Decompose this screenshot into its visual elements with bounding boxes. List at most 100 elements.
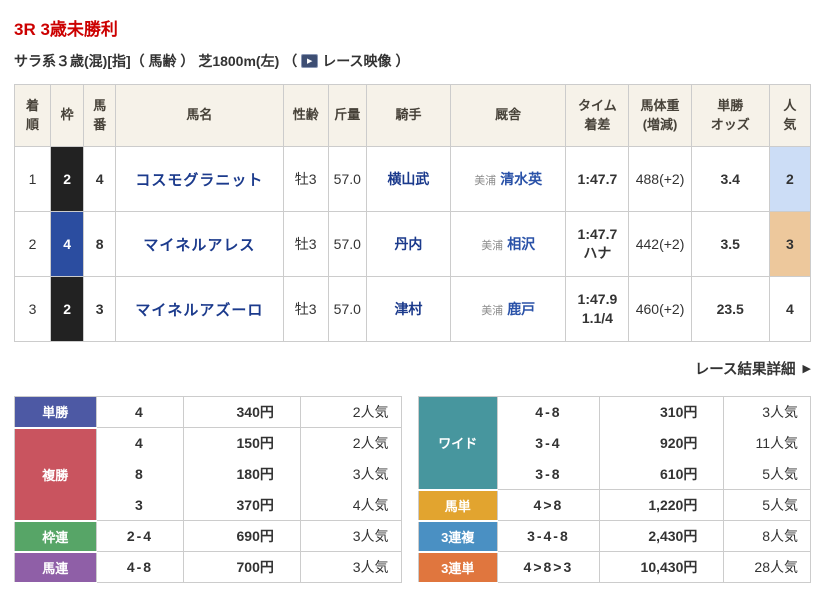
time-margin-cell: 1:47.9 1.1/4 (565, 276, 630, 342)
payout-row: 3連複 3-4-8 2,430円 8人気 (417, 520, 811, 553)
payout-row: 枠連 2-4 690円 3人気 (14, 520, 402, 553)
payout-popularity: 2人気 (299, 396, 402, 428)
race-conditions: サラ系３歳(混)[指]（ 馬齢 ） 芝1800m(左) (14, 53, 280, 69)
weight-carried: 57.0 (327, 276, 367, 342)
stable-region: 美浦 (474, 175, 497, 187)
finish-margin: ハナ (583, 245, 612, 261)
race-title: 3R 3歳未勝利 (14, 20, 118, 39)
time-margin-cell: 1:47.7 ハナ (565, 211, 630, 277)
horse-number: 3 (83, 276, 117, 342)
payout-table-left: 単勝 4 340円 2人気 複勝 4 150円 2人気 8 180円 3人気 3… (14, 396, 402, 584)
payout-row: 馬単 4>8 1,220円 5人気 (417, 489, 811, 522)
payout-amount: 370円 (183, 489, 301, 521)
finish-time: 1:47.7 (577, 226, 618, 243)
trainer-link[interactable]: 相沢 (507, 236, 535, 252)
col-horse-weight: 馬体重 (増減) (628, 84, 692, 147)
bet-type-label: ワイド (417, 396, 499, 491)
video-play-icon[interactable]: ▶ (301, 54, 319, 68)
bet-type-label: 3連複 (417, 520, 499, 553)
race-conditions-row: サラ系３歳(混)[指]（ 馬齢 ） 芝1800m(左) （ ▶ レース映像 ） (14, 51, 811, 71)
stable-region: 美浦 (481, 240, 504, 252)
payout-row: 馬連 4-8 700円 3人気 (14, 551, 402, 584)
payout-amount: 700円 (183, 551, 301, 583)
col-horse-name: 馬名 (115, 84, 284, 147)
finish-position: 3 (13, 276, 52, 342)
payout-row: 単勝 4 340円 2人気 (14, 396, 402, 429)
bet-type-label: 単勝 (14, 396, 97, 429)
combination: 3-4-8 (497, 520, 600, 552)
trainer-link[interactable]: 清水英 (500, 171, 542, 187)
payout-popularity: 5人気 (723, 489, 811, 521)
popularity: 2 (768, 146, 812, 212)
combination: 3-8 (497, 458, 600, 490)
win-odds: 3.4 (690, 146, 770, 212)
payout-amount: 690円 (183, 520, 301, 552)
col-weight-carried: 斤量 (327, 84, 367, 147)
payout-popularity: 4人気 (299, 489, 402, 521)
win-odds: 23.5 (690, 276, 770, 342)
combination: 4>8>3 (497, 551, 600, 583)
sex-age: 牡3 (282, 211, 329, 277)
stable-region: 美浦 (481, 305, 504, 317)
horse-name-link[interactable]: マイネルアレス (143, 237, 255, 254)
horse-name-link[interactable]: コスモグラニット (135, 172, 263, 189)
payout-popularity: 3人気 (723, 396, 811, 428)
horse-weight: 460(+2) (628, 276, 692, 342)
weight-carried: 57.0 (327, 211, 367, 277)
payout-popularity: 2人気 (299, 427, 402, 459)
horse-weight: 488(+2) (628, 146, 692, 212)
payout-group-trio: 3連複 3-4-8 2,430円 8人気 (417, 520, 811, 553)
payout-popularity: 3人気 (299, 458, 402, 490)
play-glyph: ▶ (307, 57, 313, 65)
race-video-link[interactable]: レース映像 (322, 51, 391, 71)
finish-position: 2 (13, 211, 52, 277)
finish-margin: 1.1/4 (581, 310, 613, 326)
col-popularity: 人 気 (768, 84, 812, 147)
col-jockey: 騎手 (365, 84, 452, 147)
horse-name-link[interactable]: マイネルアズーロ (135, 302, 263, 319)
col-frame: 枠 (50, 84, 85, 147)
race-detail-link[interactable]: レース結果詳細 (695, 358, 796, 379)
trainer-link[interactable]: 鹿戸 (507, 301, 535, 317)
combination: 3-4 (497, 427, 600, 459)
payout-popularity: 11人気 (723, 427, 811, 459)
payout-amount: 10,430円 (598, 551, 725, 583)
combination: 4>8 (497, 489, 600, 521)
paren-open: （ (283, 53, 298, 69)
payout-amount: 920円 (598, 427, 725, 459)
horse-weight: 442(+2) (628, 211, 692, 277)
payout-row: 3連単 4>8>3 10,430円 28人気 (417, 551, 811, 584)
payout-group-bracket-quinella: 枠連 2-4 690円 3人気 (14, 520, 402, 553)
combination: 2-4 (95, 520, 185, 552)
combination: 4 (95, 427, 185, 459)
jockey-link[interactable]: 横山武 (387, 171, 429, 187)
result-row-3: 3 2 3 マイネルアズーロ 牡3 57.0 津村 美浦 鹿戸 1:47.9 1.1… (13, 276, 812, 342)
payout-amount: 150円 (183, 427, 301, 459)
finish-time: 1:47.7 (577, 170, 618, 187)
jockey-link[interactable]: 津村 (394, 301, 422, 317)
horse-number: 8 (83, 211, 117, 277)
payout-amount: 340円 (183, 396, 301, 428)
paren-close: ） (395, 53, 410, 69)
bet-type-label: 馬単 (417, 489, 499, 522)
payout-amount: 310円 (598, 396, 725, 428)
payout-group-place: 複勝 4 150円 2人気 8 180円 3人気 3 370円 4人気 (14, 427, 402, 522)
jockey-link[interactable]: 丹内 (394, 236, 422, 252)
frame-number: 2 (50, 146, 85, 212)
sex-age: 牡3 (282, 146, 329, 212)
payout-amount: 610円 (598, 458, 725, 490)
payout-group-quinella: 馬連 4-8 700円 3人気 (14, 551, 402, 584)
frame-number: 4 (50, 211, 85, 277)
payout-group-trifecta: 3連単 4>8>3 10,430円 28人気 (417, 551, 811, 584)
horse-number: 4 (83, 146, 117, 212)
col-horse-number: 馬 番 (83, 84, 117, 147)
bet-type-label: 枠連 (14, 520, 97, 553)
payout-amount: 2,430円 (598, 520, 725, 552)
bet-type-label: 複勝 (14, 427, 97, 522)
time-margin-cell: 1:47.7 (565, 146, 630, 212)
payout-popularity: 28人気 (723, 551, 811, 583)
frame-number: 2 (50, 276, 85, 342)
result-row-1: 1 2 4 コスモグラニット 牡3 57.0 横山武 美浦 清水英 1:47.7 … (13, 146, 812, 212)
win-odds: 3.5 (690, 211, 770, 277)
payout-amount: 180円 (183, 458, 301, 490)
